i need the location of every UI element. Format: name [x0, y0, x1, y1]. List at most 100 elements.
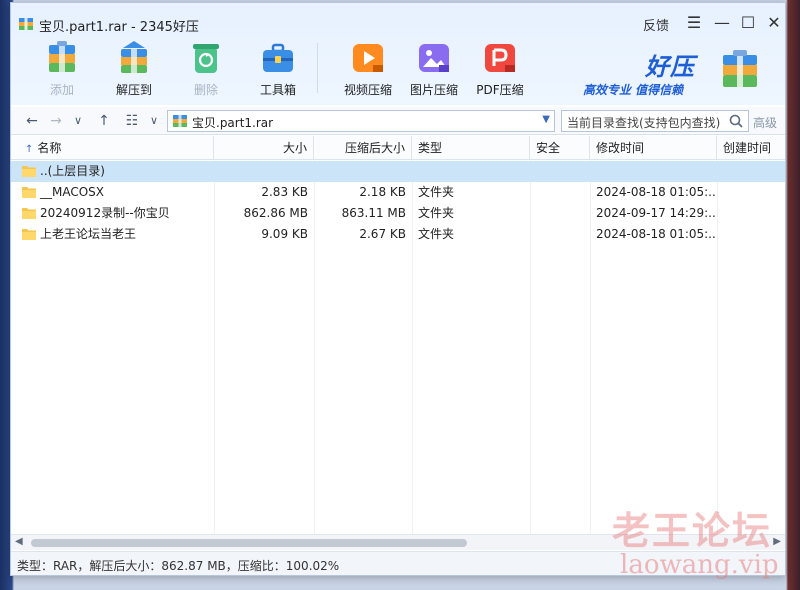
toolbox-label: 工具箱	[259, 83, 296, 97]
row-size: 9.09 KB	[261, 227, 308, 241]
column-size[interactable]: 大小	[214, 136, 314, 160]
scroll-right-icon[interactable]: ▶	[773, 536, 781, 547]
row-name-cell: __MACOSX	[15, 182, 214, 203]
column-created[interactable]: 创建时间	[717, 136, 785, 160]
column-type[interactable]: 类型	[412, 136, 530, 160]
table-row[interactable]: 20240912录制--你宝贝 862.86 MB 863.11 MB 文件夹 …	[11, 203, 785, 224]
row-type: 文件夹	[418, 227, 455, 241]
row-name: __MACOSX	[40, 185, 105, 199]
forward-button[interactable]: →	[47, 112, 65, 130]
row-security	[530, 161, 590, 182]
image-compress-icon	[419, 44, 449, 72]
extract-to-button[interactable]: 解压到	[103, 39, 165, 101]
folder-icon	[22, 166, 36, 177]
brand-slogan: 高效专业 值得信赖	[583, 83, 684, 97]
toolbar-separator	[317, 43, 318, 93]
toolbox-icon	[263, 43, 293, 72]
delete-button[interactable]: 删除	[175, 39, 237, 101]
row-name: 上老王论坛当老王	[40, 227, 137, 241]
brand-logo-icon	[723, 50, 757, 87]
folder-icon	[22, 208, 36, 219]
feedback-link[interactable]: 反馈	[643, 15, 669, 34]
add-label: 添加	[49, 83, 74, 97]
row-size: 862.86 MB	[243, 206, 308, 220]
row-modified	[590, 161, 717, 182]
row-name: 20240912录制--你宝贝	[40, 206, 170, 220]
row-name-cell: ..(上层目录)	[15, 161, 214, 182]
recycle-icon	[193, 44, 219, 73]
column-packed-size[interactable]: 压缩后大小	[314, 136, 412, 160]
folder-icon	[22, 229, 36, 240]
brand-area: 好压 高效专业 值得信赖	[583, 43, 783, 101]
advanced-search-link[interactable]: 高级	[753, 114, 777, 131]
minimize-button[interactable]: —	[709, 12, 735, 34]
search-input[interactable]: 当前目录查找(支持包内查找)	[561, 110, 749, 132]
delete-label: 删除	[193, 83, 218, 97]
path-bar[interactable]: 宝贝.part1.rar ▼	[167, 110, 555, 132]
row-name-cell: 20240912录制--你宝贝	[15, 203, 214, 224]
extract-icon	[121, 41, 147, 73]
row-created	[717, 203, 785, 224]
row-packed-size	[314, 161, 412, 182]
back-button[interactable]: ←	[23, 112, 41, 130]
file-list: ↑ 名称 大小 压缩后大小 类型 安全 修改时间 创建时间 ..(上层目录) _…	[11, 136, 785, 534]
row-packed-size: 863.11 MB	[341, 206, 406, 220]
video-compress-icon	[353, 44, 383, 72]
row-security	[530, 203, 590, 224]
title-bar: 宝贝.part1.rar - 2345好压 反馈 ☰ — ☐ ✕ 添加 解压到 …	[11, 3, 785, 105]
table-row[interactable]: ..(上层目录)	[11, 161, 785, 182]
search-icon[interactable]	[728, 113, 744, 129]
row-packed-size: 2.18 KB	[359, 185, 406, 199]
view-mode-button[interactable]: ☷	[123, 112, 141, 130]
pdf-compress-icon	[485, 44, 515, 72]
table-row[interactable]: 上老王论坛当老王 9.09 KB 2.67 KB 文件夹 2024-08-18 …	[11, 224, 785, 245]
window-title: 宝贝.part1.rar - 2345好压	[39, 20, 199, 35]
horizontal-scrollbar[interactable]: ◀ ▶	[11, 534, 785, 550]
column-modified[interactable]: 修改时间	[590, 136, 717, 160]
search-placeholder: 当前目录查找(支持包内查找)	[567, 116, 721, 130]
table-row[interactable]: __MACOSX 2.83 KB 2.18 KB 文件夹 2024-08-18 …	[11, 182, 785, 203]
column-header-row: ↑ 名称 大小 压缩后大小 类型 安全 修改时间 创建时间	[11, 136, 785, 160]
row-size: 2.83 KB	[261, 185, 308, 199]
status-bar: 类型：RAR，解压后大小：862.87 MB，压缩比：100.02%	[11, 551, 785, 575]
row-name: ..(上层目录)	[40, 164, 105, 178]
toolbox-button[interactable]: 工具箱	[247, 39, 309, 101]
pdf-compress-button[interactable]: PDF压缩	[469, 39, 531, 101]
folder-icon	[22, 187, 36, 198]
row-type: 文件夹	[418, 185, 455, 199]
column-name[interactable]: ↑ 名称	[11, 136, 214, 160]
archive-app-icon	[19, 18, 33, 30]
path-text: 宝贝.part1.rar	[192, 116, 274, 130]
navigation-bar: ← → ∨ ↑ ☷ ∨ 宝贝.part1.rar ▼ 当前目录查找(支持包内查找…	[11, 107, 785, 135]
column-security[interactable]: 安全	[530, 136, 590, 160]
scrollbar-thumb[interactable]	[31, 539, 467, 547]
row-type	[412, 161, 530, 182]
scroll-left-icon[interactable]: ◀	[15, 536, 23, 547]
video-compress-button[interactable]: 视频压缩	[337, 39, 399, 101]
history-dropdown[interactable]: ∨	[69, 112, 87, 130]
add-icon	[49, 41, 75, 72]
row-size	[214, 161, 314, 182]
row-created	[717, 224, 785, 245]
sort-asc-icon: ↑	[25, 144, 34, 155]
row-created	[717, 161, 785, 182]
status-text: 类型：RAR，解压后大小：862.87 MB，压缩比：100.02%	[17, 559, 340, 573]
add-button[interactable]: 添加	[31, 39, 93, 101]
image-compress-button[interactable]: 图片压缩	[403, 39, 465, 101]
row-packed-size: 2.67 KB	[359, 227, 406, 241]
row-type: 文件夹	[418, 206, 455, 220]
image-compress-label: 图片压缩	[409, 83, 458, 97]
menu-icon[interactable]: ☰	[681, 12, 707, 34]
row-created	[717, 182, 785, 203]
row-security	[530, 182, 590, 203]
column-name-label: 名称	[37, 141, 62, 155]
path-dropdown-icon[interactable]: ▼	[542, 114, 550, 125]
maximize-button[interactable]: ☐	[735, 12, 761, 34]
close-button[interactable]: ✕	[761, 12, 787, 34]
archive-icon	[173, 115, 187, 127]
row-modified: 2024-08-18 01:05:...	[596, 227, 717, 241]
app-window: 宝贝.part1.rar - 2345好压 反馈 ☰ — ☐ ✕ 添加 解压到 …	[10, 2, 786, 576]
view-mode-dropdown[interactable]: ∨	[145, 112, 163, 130]
pdf-compress-label: PDF压缩	[476, 83, 524, 97]
up-button[interactable]: ↑	[95, 112, 113, 130]
